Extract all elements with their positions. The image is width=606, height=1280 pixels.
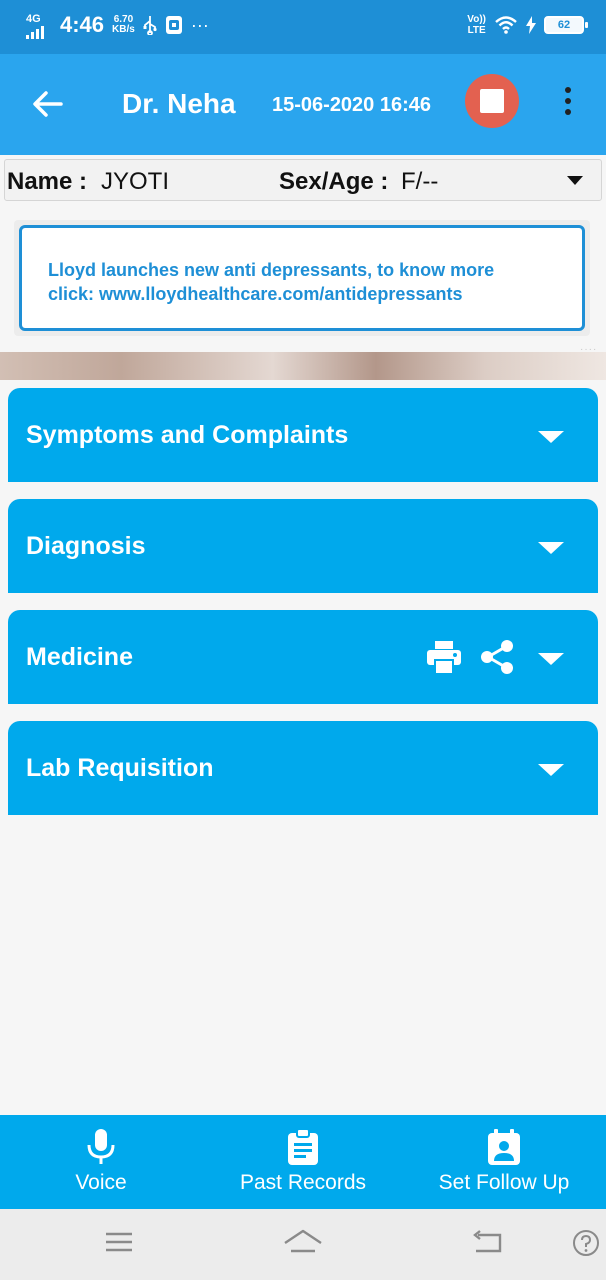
section-title: Medicine <box>26 643 133 671</box>
home-icon[interactable] <box>282 1227 324 1259</box>
section-lab-requisition[interactable]: Lab Requisition <box>8 721 598 815</box>
ad-link-text[interactable]: click: www.lloydhealthcare.com/antidepre… <box>48 282 582 306</box>
ad-text-line1: Lloyd launches new anti depressants, to … <box>48 260 495 280</box>
past-records-label: Past Records <box>239 1171 367 1194</box>
ad-card[interactable]: Lloyd launches new anti depressants, to … <box>19 225 585 331</box>
wifi-icon <box>495 16 517 34</box>
charging-icon <box>526 16 536 34</box>
name-label: Name : <box>7 168 88 195</box>
bottom-action-bar: Voice Past Records Set Follow Up <box>0 1115 606 1209</box>
stop-recording-button[interactable] <box>465 74 519 128</box>
past-records-button[interactable]: Past Records <box>232 1115 374 1209</box>
set-follow-up-button[interactable]: Set Follow Up <box>436 1115 572 1209</box>
voice-button[interactable]: Voice <box>42 1115 160 1209</box>
chevron-down-icon[interactable] <box>538 764 564 776</box>
status-bar: 4G 4:46 6.70 KB/s ··· Vo)) LTE 62 <box>0 0 606 54</box>
microphone-icon <box>87 1129 115 1164</box>
banner-image <box>0 352 606 380</box>
doctor-name: Dr. Neha <box>122 88 236 119</box>
ad-banner[interactable]: Lloyd launches new anti depressants, to … <box>14 220 590 336</box>
back-arrow-icon <box>33 91 63 117</box>
section-title: Symptoms and Complaints <box>26 421 349 449</box>
speed-unit: KB/s <box>112 24 135 35</box>
back-nav-icon[interactable] <box>470 1227 504 1257</box>
patient-sex-age: F/-- <box>401 168 439 195</box>
voice-label: Voice <box>75 1171 127 1194</box>
status-time: 4:46 <box>60 12 105 37</box>
signal-icon: 4G <box>26 12 48 39</box>
sex-age-label: Sex/Age : <box>279 168 389 195</box>
set-follow-up-label: Set Follow Up <box>438 1171 570 1194</box>
usb-icon <box>143 16 157 35</box>
patient-name: JYOTI <box>101 168 170 195</box>
section-title: Diagnosis <box>26 532 146 560</box>
share-icon[interactable] <box>480 639 514 675</box>
network-type: 4G <box>26 13 41 25</box>
section-title: Lab Requisition <box>26 754 214 782</box>
more-notifications-icon: ··· <box>190 14 209 35</box>
more-vert-icon <box>565 87 571 93</box>
more-options-button[interactable] <box>556 84 580 118</box>
system-nav-bar <box>0 1209 606 1280</box>
stop-icon <box>480 89 504 113</box>
network-speed: 6.70 KB/s <box>112 15 135 35</box>
chevron-down-icon[interactable] <box>538 653 564 665</box>
calendar-person-icon <box>488 1129 520 1165</box>
app-notification-icon <box>165 16 182 34</box>
clipboard-icon <box>288 1129 318 1165</box>
section-medicine[interactable]: Medicine <box>8 610 598 704</box>
battery-icon: 62 <box>544 16 588 34</box>
section-symptoms[interactable]: Symptoms and Complaints <box>8 388 598 482</box>
menu-icon[interactable] <box>104 1227 134 1257</box>
consultation-datetime: 15-06-2020 16:46 <box>272 94 432 116</box>
help-icon[interactable] <box>572 1229 600 1257</box>
volte-indicator: Vo)) LTE <box>467 14 486 36</box>
back-button[interactable] <box>28 84 68 124</box>
chevron-down-icon[interactable] <box>538 431 564 443</box>
app-bar: Dr. Neha 15-06-2020 16:46 <box>0 54 606 155</box>
chevron-down-icon[interactable] <box>538 542 564 554</box>
dropdown-arrow-icon[interactable] <box>567 176 583 185</box>
section-diagnosis[interactable]: Diagnosis <box>8 499 598 593</box>
patient-info-dropdown[interactable]: Name : JYOTI Sex/Age : F/-- <box>4 159 602 201</box>
print-icon[interactable] <box>427 641 461 673</box>
